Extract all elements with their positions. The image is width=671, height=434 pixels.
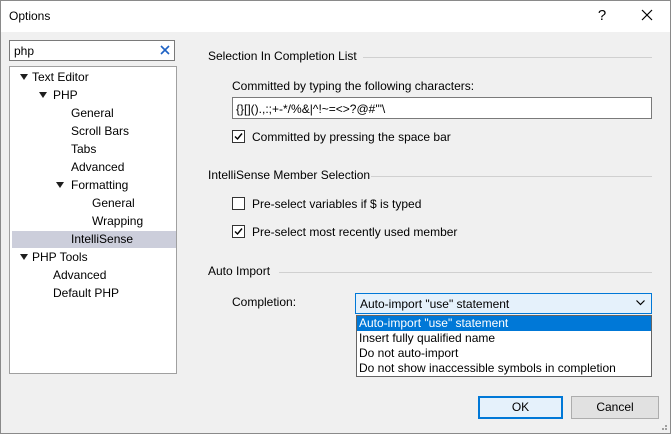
clear-search-button[interactable] [159, 44, 171, 56]
tree-item-label: Default PHP [53, 286, 120, 300]
tree-item[interactable]: PHP Tools [10, 249, 176, 266]
preselect-vars-label: Pre-select variables if $ is typed [252, 197, 422, 211]
section-title-auto-import: Auto Import [208, 264, 271, 278]
expand-arrow-icon[interactable] [20, 74, 28, 80]
tree-item[interactable]: Text Editor [10, 69, 176, 86]
expand-arrow-icon[interactable] [20, 254, 28, 260]
committed-chars-input[interactable] [236, 101, 646, 116]
dropdown-option[interactable]: Auto-import "use" statement [357, 316, 651, 331]
tree-item[interactable]: Advanced [10, 267, 176, 284]
expand-arrow-icon[interactable] [56, 182, 64, 188]
preselect-recent-checkbox[interactable] [232, 225, 245, 238]
committed-chars-label: Committed by typing the following charac… [232, 79, 475, 93]
dropdown-option[interactable]: Do not auto-import [357, 346, 651, 361]
search-box[interactable] [9, 40, 175, 61]
tree-item[interactable]: Default PHP [10, 285, 176, 302]
clear-icon [160, 45, 170, 55]
checkmark-icon [234, 133, 243, 141]
section-divider [371, 176, 652, 177]
close-icon [641, 9, 653, 21]
tree-item-label: General [92, 196, 135, 210]
completion-label: Completion: [232, 295, 297, 309]
tree-item[interactable]: Wrapping [10, 213, 176, 230]
chevron-down-icon [636, 300, 645, 306]
tree-item-label: PHP [53, 88, 78, 102]
expand-arrow-icon[interactable] [39, 92, 47, 98]
tree-item-label: Advanced [71, 160, 125, 174]
tree-item[interactable]: General [10, 105, 176, 122]
dropdown-option[interactable]: Insert fully qualified name [357, 331, 651, 346]
tree-item-label: Wrapping [92, 214, 144, 228]
space-bar-label: Committed by pressing the space bar [252, 130, 451, 144]
tree-item[interactable]: IntelliSense [12, 231, 176, 248]
cancel-button[interactable]: Cancel [571, 396, 659, 419]
tree-item-label: IntelliSense [71, 232, 134, 246]
search-input[interactable] [14, 43, 154, 58]
tree-item-label: General [71, 106, 114, 120]
completion-combobox[interactable]: Auto-import "use" statement [355, 293, 652, 314]
completion-dropdown-list: Auto-import "use" statement Insert fully … [356, 315, 652, 377]
space-bar-checkbox[interactable] [232, 130, 245, 143]
title-bar[interactable]: Options ? [1, 1, 670, 32]
close-button[interactable] [635, 6, 659, 26]
window-title: Options [9, 9, 51, 23]
committed-chars-field[interactable] [232, 97, 652, 119]
tree-item[interactable]: Formatting [10, 177, 176, 194]
preselect-recent-label: Pre-select most recently used member [252, 225, 458, 239]
section-divider [363, 57, 652, 58]
tree-item-label: PHP Tools [32, 250, 88, 264]
tree-item[interactable]: Scroll Bars [10, 123, 176, 140]
help-button[interactable]: ? [591, 6, 613, 26]
section-title-member-selection: IntelliSense Member Selection [208, 168, 371, 182]
tree-item-label: Scroll Bars [71, 124, 130, 138]
resize-grip-icon[interactable] [658, 421, 668, 431]
tree-item[interactable]: PHP [10, 87, 176, 104]
section-title-completion-list: Selection In Completion List [208, 49, 357, 63]
section-divider [279, 272, 652, 273]
tree-item[interactable]: General [10, 195, 176, 212]
preselect-vars-checkbox[interactable] [232, 197, 245, 210]
tree-item-label: Formatting [71, 178, 129, 192]
tree-item-label: Advanced [53, 268, 107, 282]
dropdown-option[interactable]: Do not show inaccessible symbols in comp… [357, 361, 651, 376]
tree-item-label: Tabs [71, 142, 97, 156]
tree-item[interactable]: Advanced [10, 159, 176, 176]
tree-item-label: Text Editor [32, 70, 89, 84]
ok-button[interactable]: OK [478, 396, 563, 419]
completion-selected-value: Auto-import "use" statement [360, 297, 510, 311]
tree-item[interactable]: Tabs [10, 141, 176, 158]
checkmark-icon [234, 228, 243, 236]
options-tree[interactable]: Text Editor PHP General Scroll Bars Tabs Adva… [9, 66, 177, 374]
options-dialog: Options ? Text Editor PHP General Scroll Ba… [0, 0, 671, 434]
